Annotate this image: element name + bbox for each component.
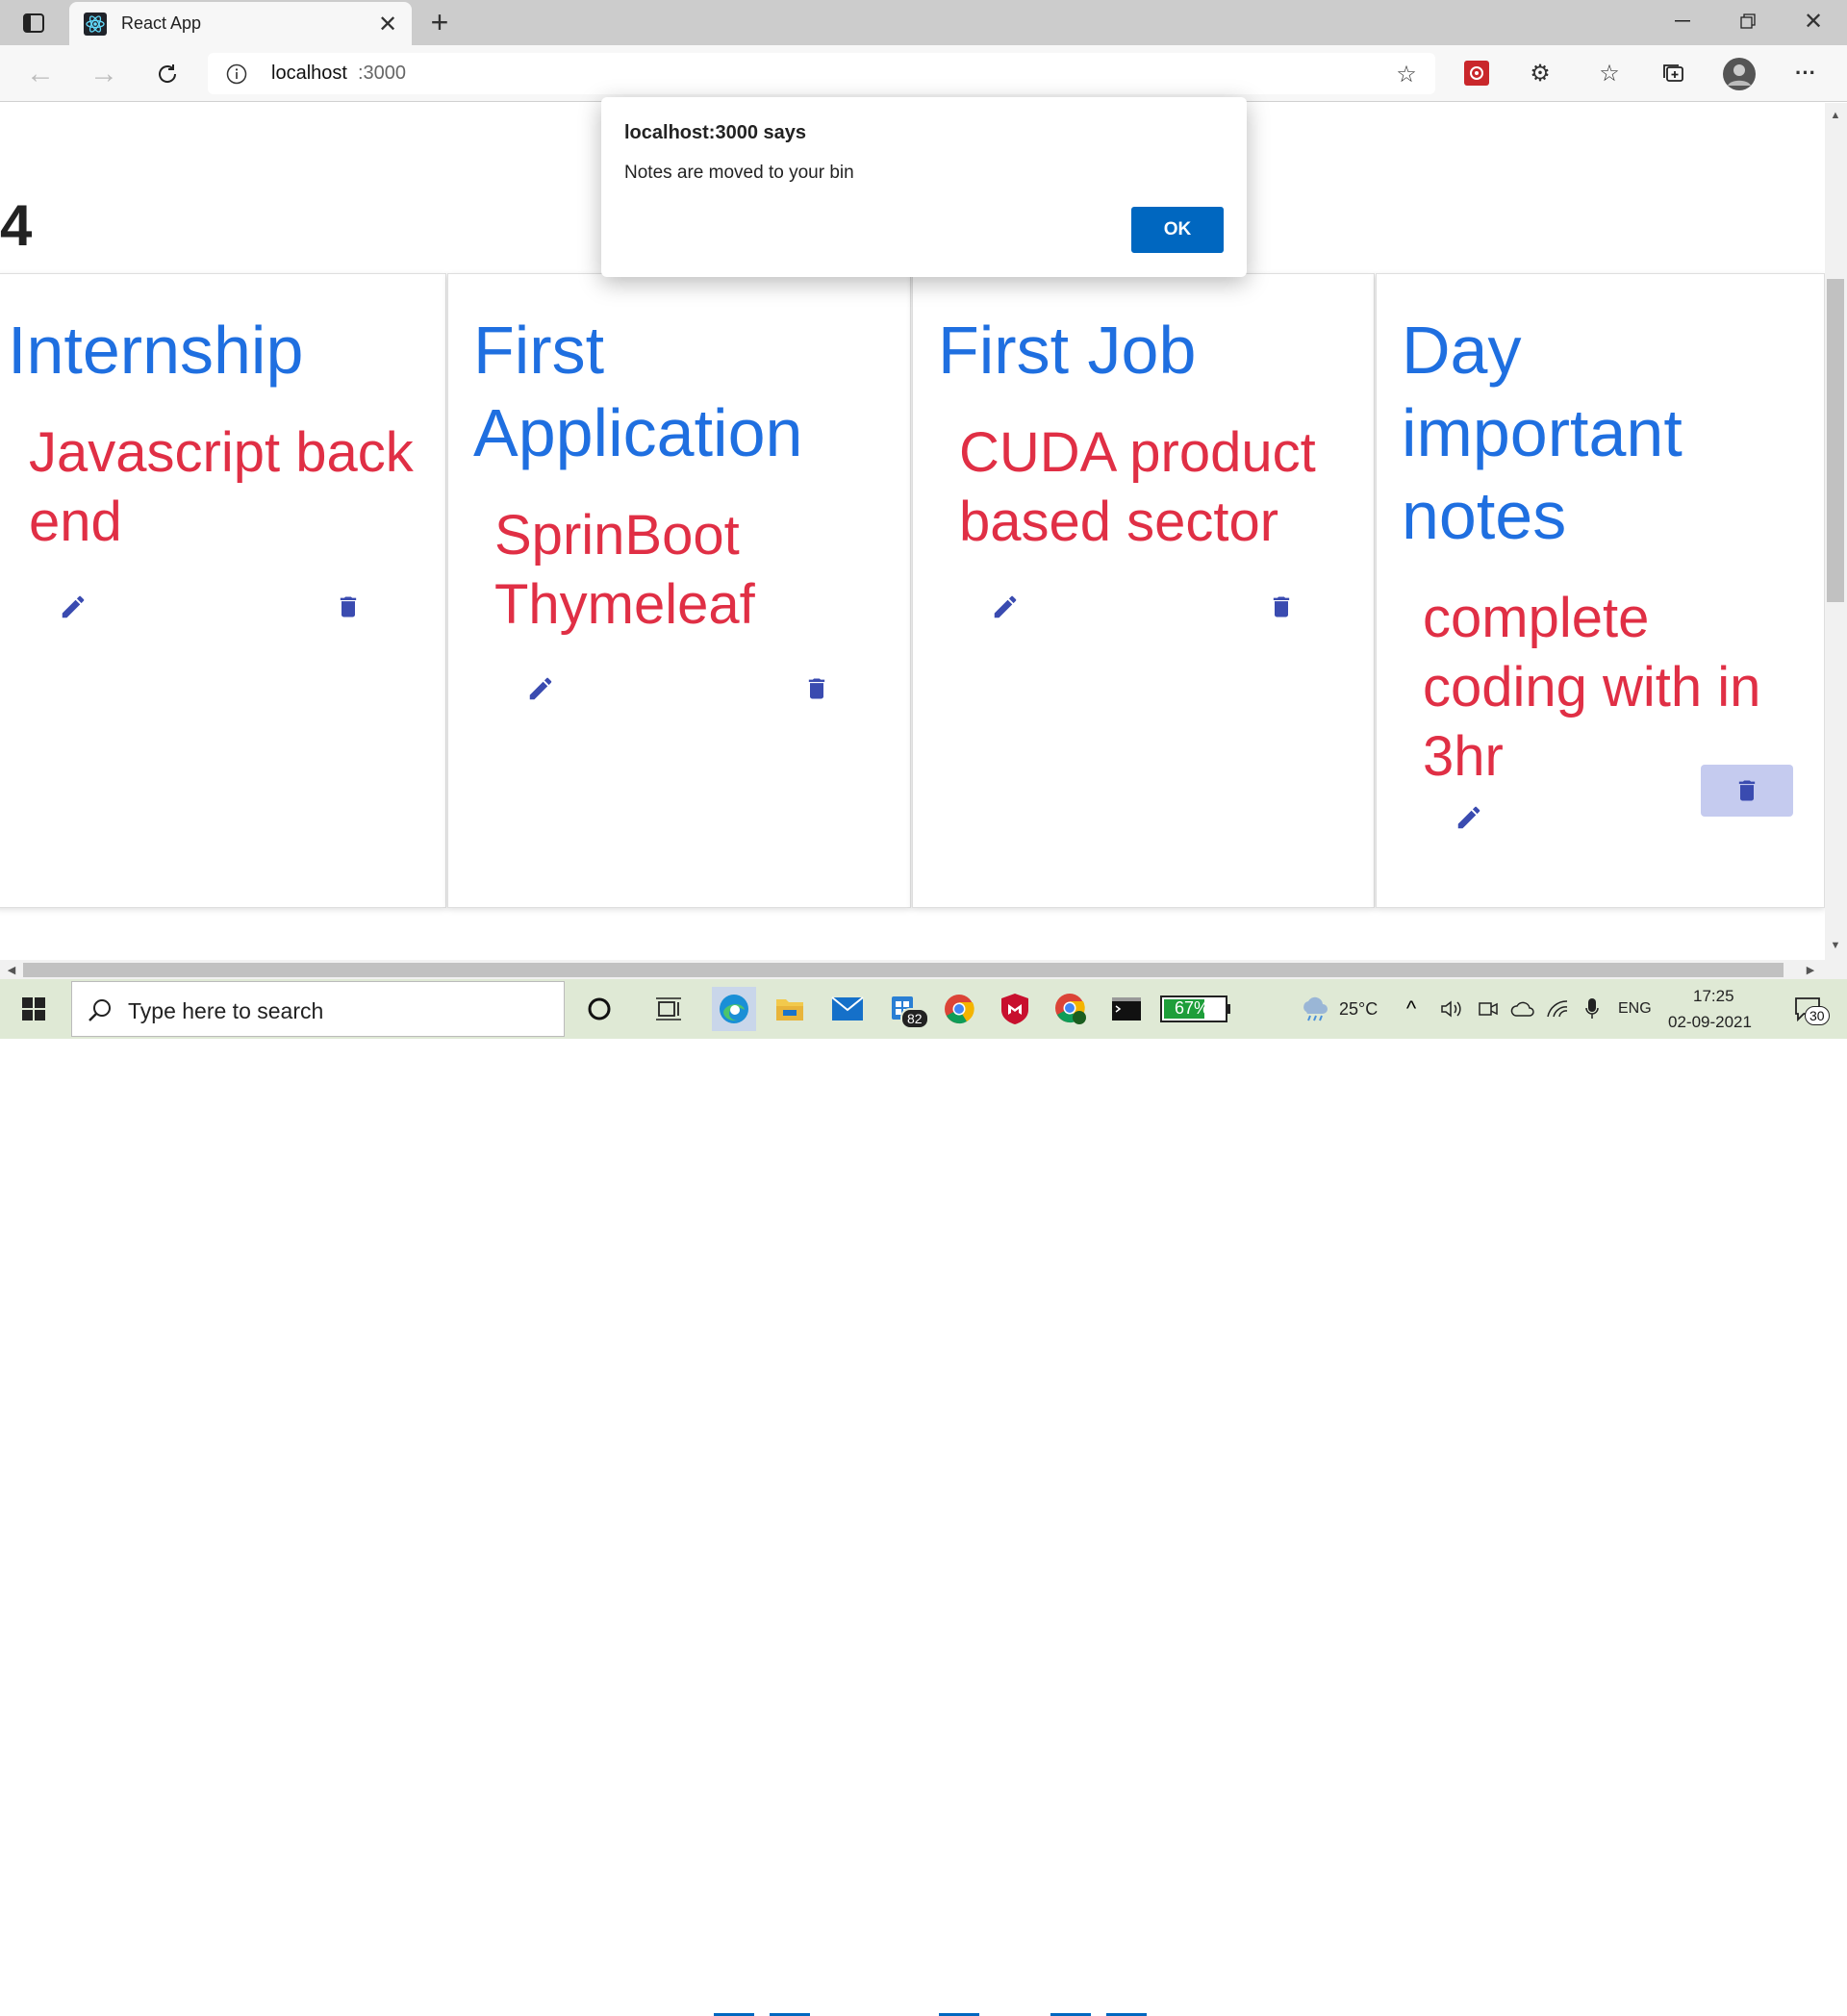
delete-note-button[interactable]: [1701, 765, 1793, 817]
refresh-icon[interactable]: [152, 59, 183, 89]
browser-toolbar: ← → localhost :3000 ☆ ⚙ ☆ ···: [0, 45, 1847, 102]
volume-icon[interactable]: [1437, 987, 1466, 1031]
favorites-icon[interactable]: ☆: [1595, 59, 1624, 88]
notification-count: 30: [1805, 1006, 1830, 1025]
delete-note-button[interactable]: [329, 588, 367, 626]
note-title: Day important notes: [1402, 313, 1683, 553]
trash-icon: [1273, 596, 1290, 617]
close-window-icon[interactable]: ✕: [1799, 8, 1828, 35]
note-body: CUDA product based sector: [959, 421, 1316, 553]
windows-start-icon[interactable]: [12, 987, 56, 1031]
wifi-icon[interactable]: [1543, 987, 1572, 1031]
back-icon[interactable]: ←: [25, 58, 56, 89]
note-card: First Application SprinBoot Thymeleaf: [447, 273, 911, 908]
new-tab-icon[interactable]: +: [425, 5, 454, 39]
site-info-icon[interactable]: [225, 63, 248, 86]
onedrive-icon[interactable]: [1508, 987, 1537, 1031]
address-host: localhost: [271, 63, 347, 84]
react-logo-icon: [83, 12, 108, 37]
terminal-app-icon[interactable]: [1104, 987, 1149, 1031]
note-title: First Application: [473, 313, 803, 470]
ok-button[interactable]: OK: [1131, 207, 1224, 253]
dialog-title: localhost:3000 says: [624, 122, 806, 143]
trash-icon: [808, 678, 825, 699]
file-explorer-icon[interactable]: [768, 987, 812, 1031]
add-favorite-icon[interactable]: ☆: [1393, 61, 1420, 88]
note-title: Internship: [8, 313, 304, 388]
note-card: First Job CUDA product based sector: [912, 273, 1375, 908]
delete-note-button[interactable]: [1262, 588, 1301, 626]
pencil-icon: [62, 595, 85, 618]
alert-dialog: localhost:3000 says Notes are moved to y…: [601, 97, 1247, 277]
temperature[interactable]: 25°C: [1339, 999, 1378, 1020]
search-placeholder: Type here to search: [128, 998, 324, 1023]
pencil-icon: [1457, 806, 1480, 829]
note-body: Javascript back end: [29, 421, 414, 553]
trash-icon: [1738, 780, 1756, 801]
taskbar: Type here to search 82 67% 25°C ^ ENG 17…: [0, 979, 1847, 2016]
tab-actions-icon[interactable]: [19, 10, 48, 37]
scroll-left-icon[interactable]: ◀: [4, 962, 19, 977]
vertical-scroll-thumb[interactable]: [1827, 279, 1844, 602]
taskbar-search[interactable]: Type here to search: [71, 981, 565, 1037]
more-options-icon[interactable]: ···: [1791, 59, 1820, 88]
pencil-icon: [529, 677, 552, 700]
profile-avatar[interactable]: [1722, 57, 1757, 91]
weather-icon[interactable]: [1293, 987, 1337, 1031]
note-title: First Job: [938, 313, 1197, 388]
clock-date[interactable]: 02-09-2021: [1668, 1013, 1752, 1032]
battery-percent: 67%: [1175, 998, 1210, 1018]
store-badge: 82: [900, 1008, 929, 1029]
address-port: :3000: [358, 63, 407, 84]
forward-icon[interactable]: →: [89, 58, 119, 89]
address-bar[interactable]: localhost :3000 ☆: [208, 53, 1435, 94]
minimize-icon[interactable]: [1668, 10, 1697, 33]
tab-title: React App: [121, 13, 202, 33]
mcafee-app-icon[interactable]: [993, 987, 1037, 1031]
close-tab-icon[interactable]: ✕: [377, 12, 398, 38]
notifications-icon[interactable]: 30: [1785, 987, 1830, 1031]
restore-icon[interactable]: [1733, 10, 1762, 33]
store-app-icon[interactable]: 82: [881, 987, 929, 1031]
note-count: 4: [0, 193, 33, 258]
edit-note-button[interactable]: [1450, 798, 1488, 837]
note-body: complete coding with in 3hr: [1423, 587, 1761, 788]
tab-react-app[interactable]: React App ✕: [69, 2, 412, 45]
chrome-profile-app-icon[interactable]: [1049, 987, 1093, 1031]
note-card: Internship Javascript back end: [0, 273, 446, 908]
edit-note-button[interactable]: [986, 588, 1025, 626]
cortana-icon[interactable]: [577, 987, 621, 1031]
trash-icon: [340, 596, 357, 617]
language-indicator[interactable]: ENG: [1618, 1000, 1652, 1018]
note-body: SprinBoot Thymeleaf: [494, 504, 755, 636]
edit-note-button[interactable]: [54, 588, 92, 626]
tab-bar: React App ✕ + ✕: [0, 0, 1847, 45]
scroll-up-icon[interactable]: ▲: [1827, 108, 1844, 123]
dialog-message: Notes are moved to your bin: [624, 163, 854, 183]
edge-app-icon[interactable]: [712, 987, 756, 1031]
extensions-icon[interactable]: ⚙: [1526, 59, 1555, 88]
scroll-down-icon[interactable]: ▼: [1827, 938, 1844, 953]
mail-app-icon[interactable]: [825, 987, 870, 1031]
meet-now-icon[interactable]: [1474, 987, 1503, 1031]
note-card: Day important notes complete coding with…: [1376, 273, 1825, 908]
search-icon: [86, 995, 114, 1024]
clock-time[interactable]: 17:25: [1693, 987, 1734, 1006]
collections-icon[interactable]: [1658, 59, 1687, 88]
task-view-icon[interactable]: [646, 987, 691, 1031]
edit-note-button[interactable]: [521, 669, 560, 708]
delete-note-button[interactable]: [797, 669, 836, 708]
battery-indicator[interactable]: 67%: [1160, 987, 1231, 1031]
pencil-icon: [994, 595, 1017, 618]
chrome-app-icon[interactable]: [937, 987, 981, 1031]
microphone-icon[interactable]: [1578, 987, 1607, 1031]
horizontal-scroll-thumb[interactable]: [23, 963, 1784, 977]
show-hidden-icons-icon[interactable]: ^: [1397, 987, 1426, 1031]
scroll-right-icon[interactable]: ▶: [1803, 962, 1818, 977]
extension-red-icon[interactable]: [1462, 59, 1491, 88]
